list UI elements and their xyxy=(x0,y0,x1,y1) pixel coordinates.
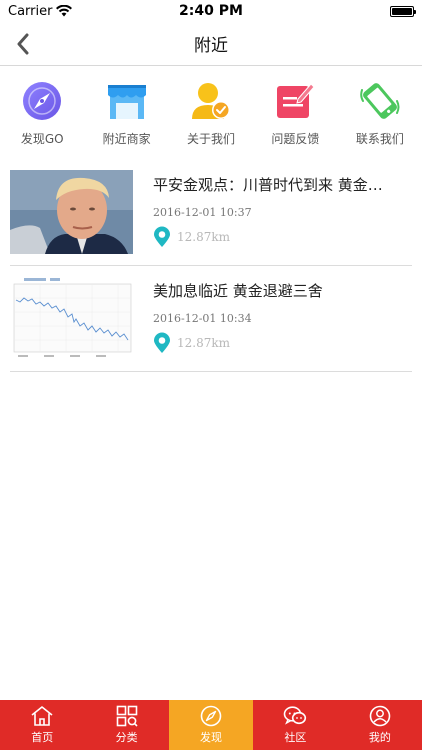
compass-icon xyxy=(21,80,63,122)
chevron-left-icon xyxy=(17,33,29,55)
battery-icon xyxy=(390,5,416,17)
tab-label: 首页 xyxy=(31,731,54,744)
news-item[interactable]: 平安金观点：川普时代到来 黄金… 2016-12-01 10:37 12.87k… xyxy=(10,160,412,266)
tab-home[interactable]: 首页 xyxy=(0,700,84,750)
chat-icon xyxy=(284,706,307,725)
user-check-icon xyxy=(190,80,232,122)
news-location: 12.87km xyxy=(153,226,230,248)
quick-action-nearby-stores[interactable]: 附近商家 xyxy=(84,80,168,152)
wifi-icon xyxy=(56,5,73,17)
news-date: 2016-12-01 10:37 xyxy=(153,206,252,219)
tab-label: 我的 xyxy=(368,731,391,744)
quick-action-feedback[interactable]: 问题反馈 xyxy=(253,80,337,152)
quick-action-label: 附近商家 xyxy=(102,132,151,146)
battery-level xyxy=(392,7,412,15)
quick-action-label: 联系我们 xyxy=(355,132,404,146)
news-item[interactable]: 美加息临近 黄金退避三舍 2016-12-01 10:34 12.87km xyxy=(10,266,412,372)
news-list: 平安金观点：川普时代到来 黄金… 2016-12-01 10:37 12.87k… xyxy=(0,160,422,372)
news-distance: 12.87km xyxy=(177,230,231,244)
quick-action-contact-us[interactable]: 联系我们 xyxy=(338,80,422,152)
quick-action-label: 关于我们 xyxy=(187,132,236,146)
home-icon xyxy=(31,706,53,726)
news-title: 平安金观点：川普时代到来 黄金… xyxy=(153,176,383,194)
tab-community[interactable]: 社区 xyxy=(253,700,337,750)
back-button[interactable] xyxy=(8,28,38,60)
status-bar: Carrier 2:40 PM xyxy=(0,0,422,22)
news-distance: 12.87km xyxy=(177,336,231,350)
news-thumbnail-portrait xyxy=(10,170,133,254)
carrier-label: Carrier xyxy=(8,3,53,19)
news-thumbnail-chart xyxy=(10,276,133,360)
news-location: 12.87km xyxy=(153,332,230,354)
news-title: 美加息临近 黄金退避三舍 xyxy=(153,282,323,300)
tab-profile[interactable]: 我的 xyxy=(338,700,422,750)
tab-label: 分类 xyxy=(115,731,138,744)
status-left: Carrier xyxy=(8,3,73,19)
tab-label: 发现 xyxy=(200,731,223,744)
category-grid-icon xyxy=(116,705,138,727)
quick-action-discover[interactable]: 发现GO xyxy=(0,80,84,152)
edit-icon xyxy=(274,80,316,122)
tab-bar: 首页 分类 发现 社区 我的 xyxy=(0,700,422,750)
quick-action-label: 问题反馈 xyxy=(271,132,320,146)
quick-actions: 发现GO 附近商家 关于我们 问题反馈 联系我们 xyxy=(0,80,422,152)
news-date: 2016-12-01 10:34 xyxy=(153,312,252,325)
location-pin-icon xyxy=(154,226,170,247)
tab-label: 社区 xyxy=(284,731,307,744)
tab-discover[interactable]: 发现 xyxy=(168,700,254,750)
quick-action-about-us[interactable]: 关于我们 xyxy=(169,80,253,152)
tab-category[interactable]: 分类 xyxy=(84,700,168,750)
compass-icon xyxy=(200,705,222,727)
quick-action-label: 发现GO xyxy=(20,132,64,146)
page-title: 附近 xyxy=(194,36,228,56)
location-pin-icon xyxy=(154,332,170,353)
navigation-bar: 附近 xyxy=(0,22,422,66)
phone-icon xyxy=(359,80,401,122)
profile-icon xyxy=(369,705,391,727)
store-icon xyxy=(106,80,148,122)
